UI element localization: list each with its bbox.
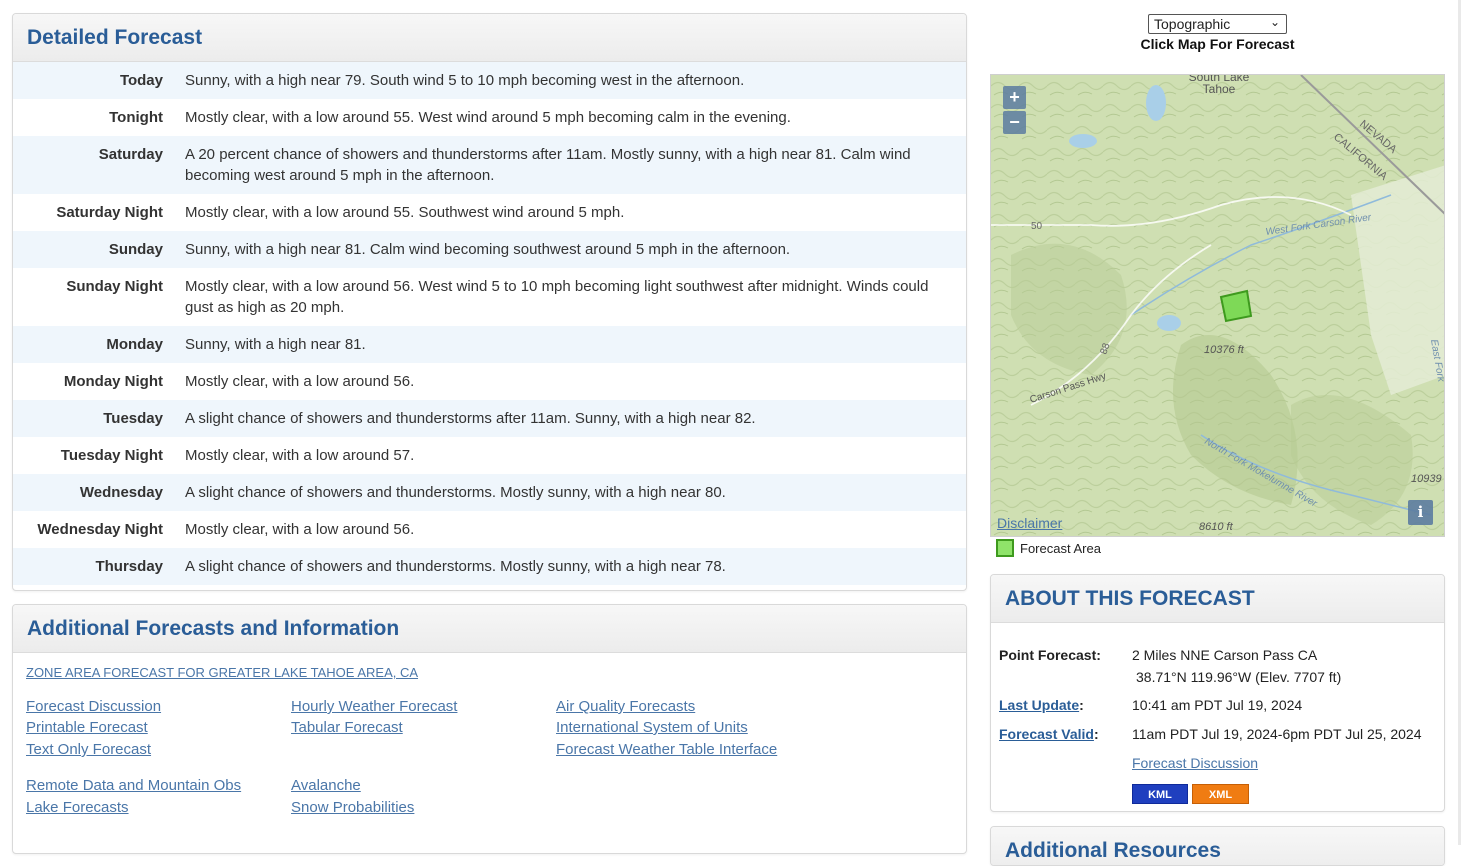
forecast-valid-link[interactable]: Forecast Valid xyxy=(999,726,1094,742)
forecast-map[interactable]: South Lake Tahoe NEVADA CALIFORNIA West … xyxy=(990,74,1445,537)
forecast-period-list: Today Sunny, with a high near 79. South w… xyxy=(13,62,966,585)
printable-forecast-link[interactable]: Printable Forecast xyxy=(26,719,148,736)
map-label-tahoe: Tahoe xyxy=(1203,82,1236,96)
last-update-colon: : xyxy=(1079,697,1084,713)
forecast-period-row: Tonight Mostly clear, with a low around 5… xyxy=(13,99,966,136)
forecast-valid-colon: : xyxy=(1093,726,1099,742)
forecast-period-row: Sunday Night Mostly clear, with a low aro… xyxy=(13,268,966,326)
forecast-valid-value: 11am PDT Jul 19, 2024-6pm PDT Jul 25, 20… xyxy=(1132,726,1422,742)
forecast-period-text: Mostly clear, with a low around 56. West… xyxy=(185,278,929,316)
forecast-period-name: Thursday xyxy=(95,558,163,575)
lake-forecasts-link[interactable]: Lake Forecasts xyxy=(26,799,129,816)
tabular-forecast-link[interactable]: Tabular Forecast xyxy=(291,719,403,736)
forecast-period-text: A slight chance of showers and thunderst… xyxy=(185,484,726,501)
about-forecast-panel: ABOUT THIS FORECAST Point Forecast: 2 Mi… xyxy=(990,574,1445,812)
forecast-period-row: Monday Night Mostly clear, with a low aro… xyxy=(13,363,966,400)
last-update-value: 10:41 am PDT Jul 19, 2024 xyxy=(1132,697,1303,713)
zoom-in-button[interactable]: + xyxy=(1003,86,1026,109)
forecast-period-name: Sunday Night xyxy=(66,278,163,295)
forecast-period-name: Tonight xyxy=(109,109,163,126)
map-type-select[interactable]: Topographic ⌄ xyxy=(1148,14,1287,34)
lake-shape xyxy=(1146,85,1166,121)
forecast-discussion-link[interactable]: Forecast Discussion xyxy=(26,698,161,715)
forecast-period-name: Tuesday Night xyxy=(60,447,163,464)
forecast-period-name: Sunday xyxy=(108,241,163,258)
forecast-period-row: Sunday Sunny, with a high near 81. Calm w… xyxy=(13,231,966,268)
text-only-forecast-link[interactable]: Text Only Forecast xyxy=(26,741,151,758)
forecast-period-row: Wednesday A slight chance of showers and … xyxy=(13,474,966,511)
forecast-valid-label: Forecast Valid: xyxy=(999,726,1099,742)
forecast-area-legend-label: Forecast Area xyxy=(1020,541,1101,556)
hourly-forecast-link[interactable]: Hourly Weather Forecast xyxy=(291,698,457,715)
about-forecast-discussion-link[interactable]: Forecast Discussion xyxy=(1132,755,1258,771)
detailed-forecast-title: Detailed Forecast xyxy=(13,14,966,62)
xml-button[interactable]: XML xyxy=(1192,784,1249,804)
forecast-period-name: Monday Night xyxy=(63,373,163,390)
forecast-period-row: Thursday A slight chance of showers and t… xyxy=(13,548,966,585)
forecast-period-text: Sunny, with a high near 79. South wind 5… xyxy=(185,72,745,89)
forecast-period-row: Tuesday A slight chance of showers and th… xyxy=(13,400,966,437)
snow-probabilities-link[interactable]: Snow Probabilities xyxy=(291,799,414,816)
remote-data-link[interactable]: Remote Data and Mountain Obs xyxy=(26,777,241,794)
forecast-period-text: Sunny, with a high near 81. xyxy=(185,336,366,353)
forecast-period-row: Today Sunny, with a high near 79. South w… xyxy=(13,62,966,99)
chevron-down-icon: ⌄ xyxy=(1269,15,1280,29)
map-label-elev1: 10376 ft xyxy=(1204,344,1245,356)
last-update-link[interactable]: Last Update xyxy=(999,697,1079,713)
click-map-label: Click Map For Forecast xyxy=(1140,36,1295,52)
detailed-forecast-panel: Detailed Forecast Today Sunny, with a hig… xyxy=(12,13,967,591)
forecast-period-text: Sunny, with a high near 81. Calm wind be… xyxy=(185,241,791,258)
forecast-period-text: A slight chance of showers and thunderst… xyxy=(185,410,756,427)
point-forecast-label: Point Forecast: xyxy=(999,647,1101,663)
forecast-period-row: Wednesday Night Mostly clear, with a low … xyxy=(13,511,966,548)
forecast-period-text: Mostly clear, with a low around 56. xyxy=(185,373,415,390)
info-icon[interactable]: i xyxy=(1408,500,1433,525)
zone-forecast-link[interactable]: ZONE AREA FORECAST FOR GREATER LAKE TAHO… xyxy=(26,665,418,680)
point-forecast-coords: 38.71°N 119.96°W (Elev. 7707 ft) xyxy=(1136,669,1342,685)
forecast-period-text: Mostly clear, with a low around 56. xyxy=(185,521,415,538)
additional-resources-panel: Additional Resources xyxy=(990,826,1445,866)
forecast-period-text: Mostly clear, with a low around 55. West… xyxy=(185,109,791,126)
additional-resources-title: Additional Resources xyxy=(991,827,1444,865)
forecast-period-text: Mostly clear, with a low around 55. Sout… xyxy=(185,204,625,221)
forecast-period-name: Tuesday xyxy=(103,410,163,427)
forecast-area-legend-swatch xyxy=(996,539,1014,557)
point-forecast-value: 2 Miles NNE Carson Pass CA xyxy=(1132,647,1318,663)
avalanche-link[interactable]: Avalanche xyxy=(291,777,361,794)
forecast-period-row: Saturday Night Mostly clear, with a low a… xyxy=(13,194,966,231)
forecast-area-polygon xyxy=(1219,289,1253,323)
forecast-period-name: Wednesday xyxy=(79,484,163,501)
forecast-period-row: Tuesday Night Mostly clear, with a low ar… xyxy=(13,437,966,474)
forecast-period-row: Saturday A 20 percent chance of showers a… xyxy=(13,136,966,194)
forecast-period-row: Monday Sunny, with a high near 81. xyxy=(13,326,966,363)
additional-forecasts-panel: Additional Forecasts and Information ZON… xyxy=(12,604,967,854)
map-disclaimer-link[interactable]: Disclaimer xyxy=(997,515,1062,531)
zoom-out-button[interactable]: − xyxy=(1003,111,1026,134)
last-update-label: Last Update: xyxy=(999,697,1084,713)
forecast-period-name: Monday xyxy=(106,336,163,353)
air-quality-link[interactable]: Air Quality Forecasts xyxy=(556,698,695,715)
map-label-hwy50: 50 xyxy=(1031,221,1043,232)
additional-forecasts-title: Additional Forecasts and Information xyxy=(13,605,966,653)
forecast-period-text: A 20 percent chance of showers and thund… xyxy=(185,146,911,184)
map-label-elev3: 10939 xyxy=(1411,473,1442,485)
map-type-value: Topographic xyxy=(1154,16,1231,32)
forecast-period-name: Wednesday Night xyxy=(37,521,163,538)
si-units-link[interactable]: International System of Units xyxy=(556,719,748,736)
forecast-period-text: Mostly clear, with a low around 57. xyxy=(185,447,415,464)
forecast-period-name: Today xyxy=(119,72,163,89)
map-label-elev2: 8610 ft xyxy=(1199,521,1234,533)
about-forecast-title: ABOUT THIS FORECAST xyxy=(991,575,1444,623)
kml-button[interactable]: KML xyxy=(1132,784,1188,804)
forecast-period-name: Saturday xyxy=(98,146,163,163)
forecast-table-interface-link[interactable]: Forecast Weather Table Interface xyxy=(556,741,777,758)
forecast-period-name: Saturday Night xyxy=(56,204,163,221)
forecast-period-text: A slight chance of showers and thunderst… xyxy=(185,558,726,575)
